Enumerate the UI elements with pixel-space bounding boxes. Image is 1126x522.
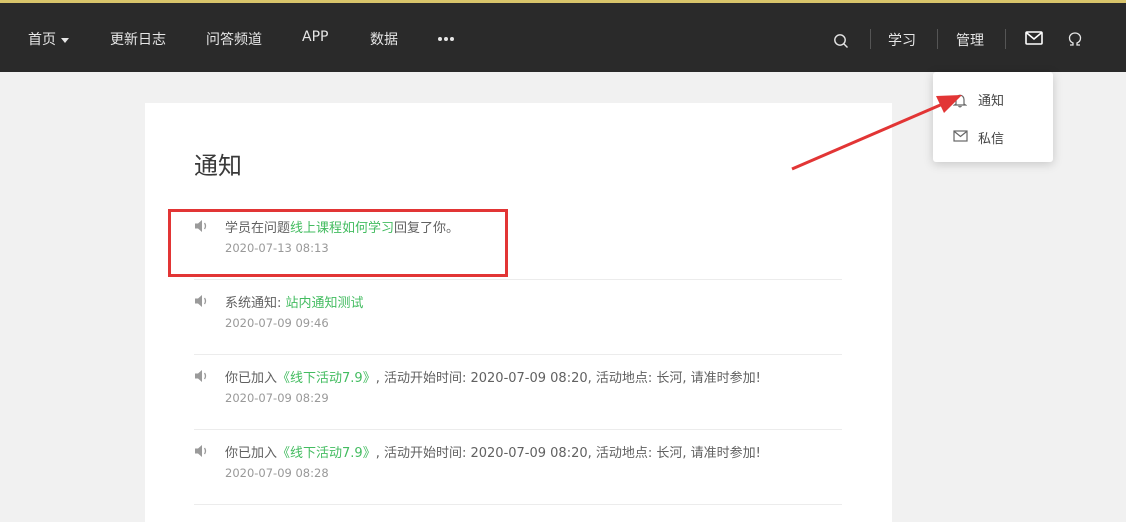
nav-divider <box>870 29 871 49</box>
dropdown-item-label: 私信 <box>978 132 1005 147</box>
page-title: 通知 <box>194 152 242 180</box>
notification-item: 学员在问题线上课程如何学习回复了你。 2020-07-13 08:13 <box>194 204 842 280</box>
dropdown-item-label: 通知 <box>978 94 1005 109</box>
user-icon[interactable] <box>1068 32 1082 46</box>
nav-app[interactable]: APP <box>302 29 328 45</box>
nav-home-label: 首页 <box>28 32 56 48</box>
speaker-icon <box>195 445 207 457</box>
dropdown-item-messages[interactable]: 私信 <box>933 118 1053 154</box>
notification-text: , 活动开始时间: 2020-07-09 08:20, 活动地点: 长河, 请准… <box>375 371 761 386</box>
notification-item: 你已加入《线下活动7.9》, 活动开始时间: 2020-07-09 08:20,… <box>194 354 842 430</box>
notification-time: 2020-07-09 08:28 <box>225 466 329 480</box>
notification-link[interactable]: 《线下活动7.9》 <box>277 446 376 461</box>
nav-data[interactable]: 数据 <box>370 29 398 49</box>
notification-text: 你已加入 <box>225 371 278 386</box>
notification-link[interactable]: 《线下活动7.9》 <box>277 371 376 386</box>
notification-message: 学员在问题线上课程如何学习回复了你。 <box>225 217 459 236</box>
speaker-icon <box>195 370 207 382</box>
bell-icon <box>953 94 967 108</box>
top-navbar: 首页 更新日志 问答频道 APP 数据 学习 管理 <box>0 0 1126 72</box>
notification-text: 学员在问题 <box>225 221 291 236</box>
nav-divider <box>1005 29 1006 49</box>
notification-time: 2020-07-13 08:13 <box>225 241 329 255</box>
notification-text: , 活动开始时间: 2020-07-09 08:20, 活动地点: 长河, 请准… <box>375 446 761 461</box>
nav-home[interactable]: 首页 <box>28 29 69 49</box>
dropdown-item-notifications[interactable]: 通知 <box>933 80 1053 116</box>
nav-qa-channel[interactable]: 问答频道 <box>206 29 262 49</box>
notification-message: 你已加入《线下活动7.9》, 活动开始时间: 2020-07-09 08:20,… <box>225 442 761 461</box>
speaker-icon <box>195 220 207 232</box>
notification-text: 你已加入 <box>225 446 278 461</box>
more-icon[interactable] <box>438 37 454 41</box>
notification-message: 你已加入《线下活动7.9》, 活动开始时间: 2020-07-09 08:20,… <box>225 367 761 386</box>
nav-divider <box>937 29 938 49</box>
nav-admin[interactable]: 管理 <box>956 30 984 50</box>
search-icon[interactable] <box>833 33 849 49</box>
mail-icon[interactable] <box>1025 31 1043 45</box>
envelope-icon <box>953 130 968 142</box>
caret-down-icon <box>61 37 69 43</box>
mail-dropdown-menu: 通知 私信 <box>933 72 1053 162</box>
notification-item: 你已加入《线下活动7.9》, 活动开始时间: 2020-07-09 08:20,… <box>194 429 842 505</box>
notification-time: 2020-07-09 08:29 <box>225 391 329 405</box>
notification-message: 系统通知: 站内通知测试 <box>225 292 364 311</box>
notification-time: 2020-07-09 09:46 <box>225 316 329 330</box>
notification-link[interactable]: 站内通知测试 <box>286 296 364 311</box>
notification-link[interactable]: 线上课程如何学习 <box>290 221 394 236</box>
notification-item: 系统通知: 站内通知测试 2020-07-09 09:46 <box>194 279 842 355</box>
nav-changelog[interactable]: 更新日志 <box>110 29 166 49</box>
speaker-icon <box>195 295 207 307</box>
notification-text: 系统通知: <box>225 296 286 311</box>
nav-study[interactable]: 学习 <box>888 30 916 50</box>
notification-text: 回复了你。 <box>394 221 460 236</box>
